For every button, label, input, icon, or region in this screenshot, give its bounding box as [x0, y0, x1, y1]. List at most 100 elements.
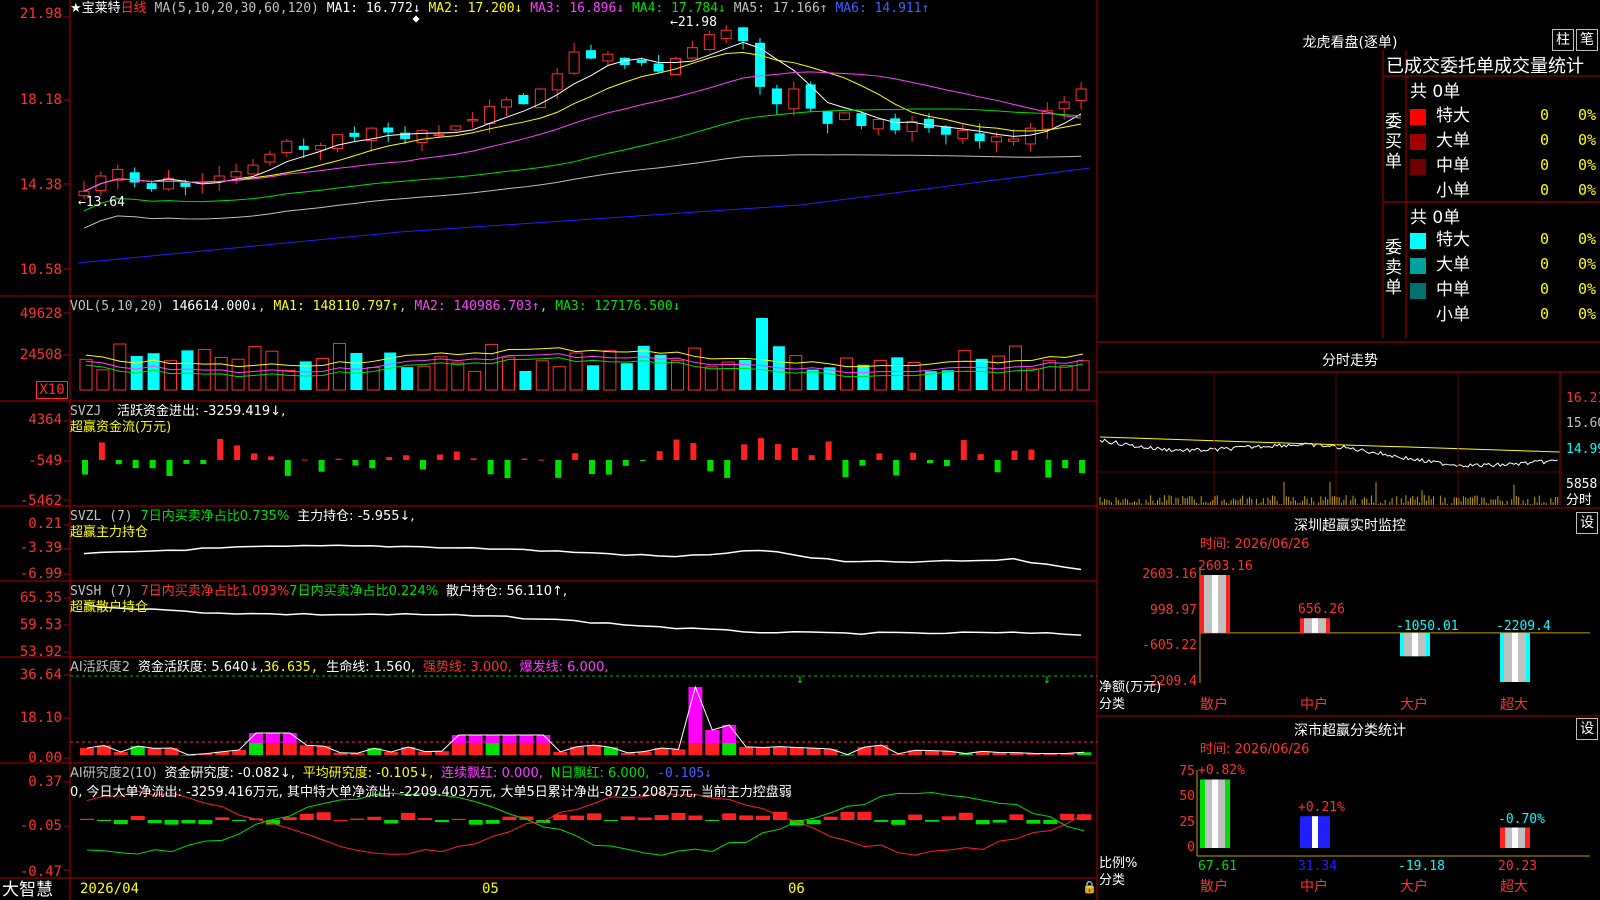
date-label: 2026/04	[80, 881, 140, 897]
classify-bar[interactable]	[1300, 816, 1330, 848]
candle-body	[856, 113, 867, 126]
candle-body	[1008, 138, 1019, 142]
tick-mode-button[interactable]: 笔	[1576, 29, 1598, 51]
fund-flow-bar	[217, 438, 224, 460]
activity-bar	[772, 746, 787, 755]
monitor-bar[interactable]	[1500, 632, 1530, 682]
y-axis-tick: 18.18	[19, 92, 62, 108]
volume-bar	[79, 358, 93, 391]
classify-time: 时间: 2026/06/26	[1200, 742, 1310, 757]
classify-ylabel: 比例%	[1099, 856, 1138, 871]
ma-line	[83, 154, 1082, 229]
research-bar	[198, 820, 213, 825]
monitor-bar[interactable]	[1400, 632, 1430, 657]
classify-settings-button[interactable]: 设	[1576, 718, 1598, 740]
fund-flow-bar	[98, 442, 105, 460]
fund-flow-bar	[538, 459, 545, 461]
research-bar	[1009, 814, 1024, 820]
legend-swatch	[1410, 233, 1426, 249]
activity-line	[86, 685, 1085, 756]
legend-swatch	[1410, 159, 1426, 175]
volume-bar	[535, 360, 549, 391]
fund-flow-bar	[656, 451, 663, 460]
volume-bar	[721, 361, 735, 391]
volume-bar	[96, 369, 110, 391]
fund-flow-bar	[791, 447, 798, 460]
monitor-bar[interactable]	[1300, 618, 1330, 633]
fund-flow-bar	[673, 439, 680, 460]
bar-mode-button[interactable]: 柱	[1552, 29, 1574, 51]
candle-body	[670, 58, 681, 76]
monitor-time: 时间: 2026/06/26	[1200, 537, 1310, 552]
volume-bar	[654, 354, 667, 390]
research-bar	[992, 820, 1007, 823]
svsh-sub: 超赢散户持仓	[70, 600, 149, 615]
candle-body	[416, 129, 428, 144]
activity-bar	[756, 747, 770, 755]
candle-body	[703, 34, 715, 51]
chart-canvas[interactable]	[0, 0, 1600, 900]
research-bar	[384, 820, 399, 824]
period-label[interactable]: 日线	[121, 1, 147, 16]
y-axis-tick: 4364	[28, 412, 62, 428]
candle-body	[551, 73, 563, 91]
fund-flow-bar	[605, 460, 612, 475]
activity-bar	[265, 743, 280, 755]
research-bar	[671, 812, 686, 820]
fund-flow-bar	[622, 460, 629, 466]
candle-body	[872, 118, 884, 130]
candle-body	[586, 50, 596, 59]
candle-body	[180, 182, 191, 187]
y-axis-tick: 53.92	[19, 644, 62, 660]
activity-bar	[249, 743, 263, 755]
volume-bar	[519, 370, 532, 390]
research-bar	[113, 820, 128, 825]
fund-flow-bar	[1011, 450, 1018, 460]
research-line	[86, 790, 1085, 856]
svzj-sub: 超赢资金流(万元)	[70, 420, 172, 435]
monitor-settings-button[interactable]: 设	[1576, 512, 1598, 534]
svsh-legend: SVSH (7) 7日内买卖净占比1.093%7日内买卖净占比0.224% 散户…	[70, 584, 567, 599]
lock-icon[interactable]: 🔒	[1082, 880, 1097, 895]
research-bar	[570, 815, 585, 820]
order-count: 0	[1540, 131, 1550, 149]
fund-flow-bar	[436, 454, 443, 460]
crosshair-marker: ⯁	[412, 15, 420, 26]
order-count: 0	[1540, 230, 1550, 248]
research-bar	[401, 812, 416, 820]
fund-flow-bar	[1028, 449, 1035, 460]
research-bar	[891, 820, 906, 825]
volume-bar	[181, 350, 194, 390]
fund-flow-bar	[1062, 460, 1069, 469]
order-count: 0	[1540, 156, 1550, 174]
classify-bar[interactable]	[1200, 779, 1230, 848]
activity-bar	[282, 733, 297, 743]
fund-flow-bar	[386, 457, 393, 460]
volume-bar	[704, 366, 718, 391]
sell-side-label: 委卖单	[1385, 238, 1402, 298]
fund-flow-bar	[487, 460, 494, 475]
fund-flow-bar	[284, 460, 291, 476]
research-bar	[130, 815, 145, 820]
activity-bar	[451, 743, 466, 755]
y-axis-tick: 0.21	[28, 516, 62, 532]
fund-flow-bar	[1045, 460, 1052, 478]
y-axis-tick: 0.00	[28, 750, 62, 766]
fund-flow-bar	[842, 460, 849, 478]
legend-swatch	[1410, 283, 1426, 299]
research-bar	[587, 813, 601, 820]
fund-flow-bar	[927, 460, 933, 464]
order-size-label: 大单	[1436, 255, 1470, 275]
order-size-label: 中单	[1436, 280, 1470, 300]
volume-bar	[231, 358, 245, 391]
activity-bar	[485, 735, 500, 743]
classify-change: +0.82%	[1198, 763, 1245, 779]
volume-bar	[671, 360, 684, 391]
classify-percent: 31.34	[1298, 859, 1338, 874]
monitor-bar[interactable]	[1200, 575, 1230, 633]
classify-bar[interactable]	[1500, 827, 1530, 848]
fund-flow-bar	[453, 451, 460, 460]
candle-body	[1075, 88, 1087, 101]
volume-bar	[451, 362, 465, 391]
candle-body	[484, 105, 496, 125]
